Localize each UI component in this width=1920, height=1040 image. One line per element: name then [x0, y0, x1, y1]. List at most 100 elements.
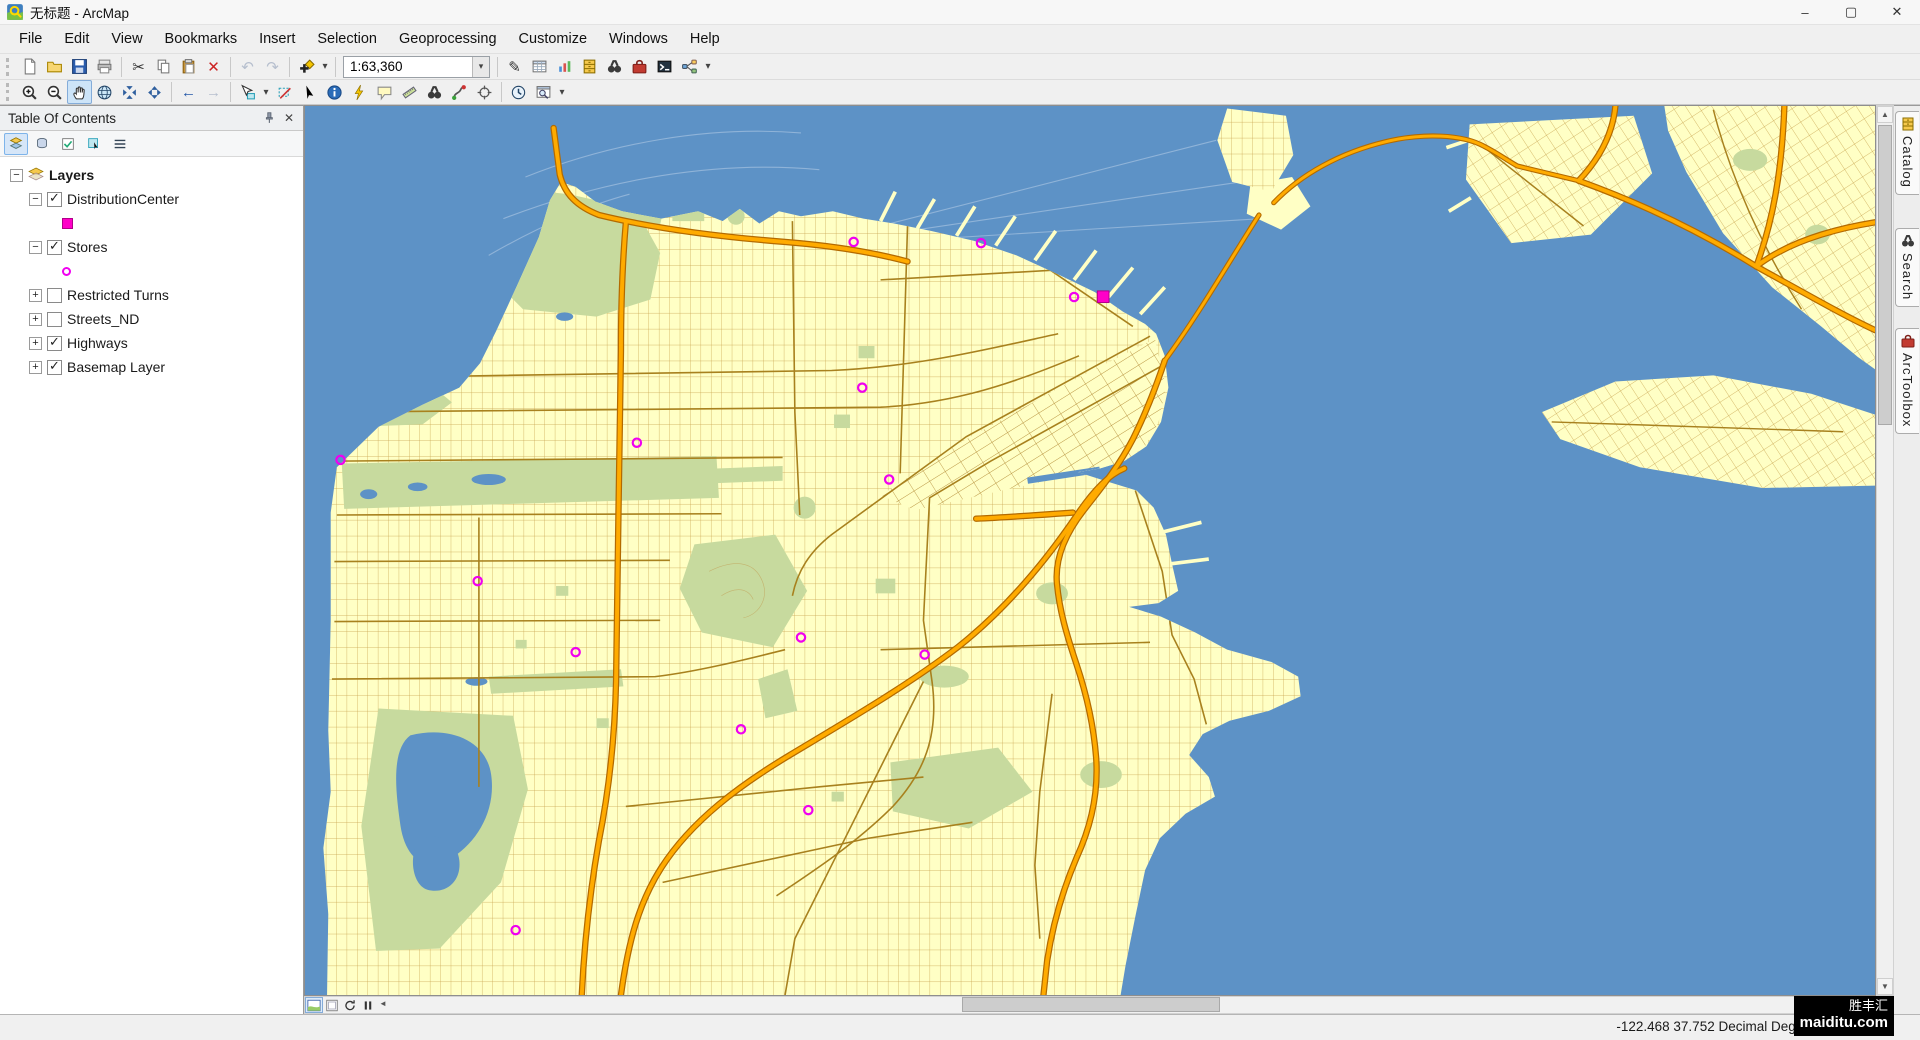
time-slider-button[interactable]	[506, 80, 531, 104]
clear-selection-button[interactable]	[272, 80, 297, 104]
python-window-button[interactable]	[652, 55, 677, 79]
zoom-out-button[interactable]	[42, 80, 67, 104]
editor-toolbar-button[interactable]: ✎	[502, 55, 527, 79]
go-to-xy-button[interactable]	[472, 80, 497, 104]
pin-icon[interactable]	[259, 108, 279, 128]
layer-streets-nd[interactable]: + Streets_ND	[0, 307, 303, 331]
menu-edit[interactable]: Edit	[53, 27, 100, 51]
save-button[interactable]	[67, 55, 92, 79]
layout-view-button[interactable]	[323, 997, 341, 1013]
select-features-dropdown-icon[interactable]: ▾	[260, 80, 272, 104]
scroll-up-arrow[interactable]: ▲	[1877, 106, 1893, 123]
menu-file[interactable]: File	[8, 27, 53, 51]
cut-button[interactable]: ✂	[126, 55, 151, 79]
toolbar-overflow-icon[interactable]: ▾	[702, 55, 714, 79]
new-map-button[interactable]	[17, 55, 42, 79]
table-options-button[interactable]	[527, 55, 552, 79]
map-scale-dropdown-icon[interactable]: ▾	[472, 57, 489, 77]
collapse-icon[interactable]: −	[10, 169, 23, 182]
go-back-extent-button[interactable]: ←	[176, 80, 201, 104]
expand-icon[interactable]: +	[29, 337, 42, 350]
menu-bookmarks[interactable]: Bookmarks	[154, 27, 249, 51]
open-button[interactable]	[42, 55, 67, 79]
list-by-drawing-order-button[interactable]	[4, 133, 28, 155]
expand-icon[interactable]: +	[29, 289, 42, 302]
minimize-button[interactable]: –	[1782, 0, 1828, 24]
pause-drawing-button[interactable]	[359, 997, 377, 1013]
layer-checkbox[interactable]	[47, 192, 62, 207]
catalog-window-button[interactable]	[577, 55, 602, 79]
menu-geoprocessing[interactable]: Geoprocessing	[388, 27, 508, 51]
layer-checkbox[interactable]	[47, 288, 62, 303]
pan-button[interactable]	[67, 80, 92, 104]
select-elements-button[interactable]	[297, 80, 322, 104]
vertical-scroll-thumb[interactable]	[1878, 125, 1892, 425]
fixed-zoom-in-button[interactable]	[117, 80, 142, 104]
arctoolbox-window-button[interactable]	[627, 55, 652, 79]
menu-windows[interactable]: Windows	[598, 27, 679, 51]
map-vertical-scrollbar[interactable]: ▲ ▼	[1876, 105, 1894, 996]
add-data-dropdown-icon[interactable]: ▾	[319, 55, 331, 79]
modelbuilder-button[interactable]	[677, 55, 702, 79]
map-horizontal-scrollbar[interactable]: ◄ ►	[377, 997, 1875, 1013]
layer-checkbox[interactable]	[47, 336, 62, 351]
copy-button[interactable]	[151, 55, 176, 79]
delete-button[interactable]: ✕	[201, 55, 226, 79]
html-popup-button[interactable]	[372, 80, 397, 104]
scroll-down-arrow[interactable]: ▼	[1877, 978, 1893, 995]
list-by-selection-button[interactable]	[82, 133, 106, 155]
undo-button[interactable]: ↶	[235, 55, 260, 79]
dock-tab-arctoolbox[interactable]: ArcToolbox	[1895, 328, 1919, 434]
list-by-visibility-button[interactable]	[56, 133, 80, 155]
find-button[interactable]	[422, 80, 447, 104]
toc-options-button[interactable]	[108, 133, 132, 155]
toc-close-icon[interactable]: ✕	[279, 108, 299, 128]
collapse-icon[interactable]: −	[29, 241, 42, 254]
toolbar-grip[interactable]	[6, 58, 12, 76]
dock-tab-search[interactable]: Search	[1895, 228, 1919, 307]
toolbar-overflow-icon[interactable]: ▾	[556, 80, 568, 104]
menu-customize[interactable]: Customize	[508, 27, 599, 51]
layer-checkbox[interactable]	[47, 240, 62, 255]
layer-restricted-turns[interactable]: + Restricted Turns	[0, 283, 303, 307]
menu-selection[interactable]: Selection	[306, 27, 388, 51]
expand-icon[interactable]: +	[29, 313, 42, 326]
print-button[interactable]	[92, 55, 117, 79]
scroll-left-arrow[interactable]: ◄	[379, 999, 387, 1008]
redo-button[interactable]: ↷	[260, 55, 285, 79]
collapse-icon[interactable]: −	[29, 193, 42, 206]
expand-icon[interactable]: +	[29, 361, 42, 374]
find-route-button[interactable]	[447, 80, 472, 104]
menu-help[interactable]: Help	[679, 27, 731, 51]
list-by-source-button[interactable]	[30, 133, 54, 155]
layer-basemap[interactable]: + Basemap Layer	[0, 355, 303, 379]
data-view-button[interactable]	[305, 997, 323, 1013]
close-button[interactable]: ✕	[1874, 0, 1920, 24]
full-extent-button[interactable]	[92, 80, 117, 104]
layer-stores[interactable]: − Stores	[0, 235, 303, 259]
zoom-in-button[interactable]	[17, 80, 42, 104]
layer-checkbox[interactable]	[47, 360, 62, 375]
horizontal-scroll-thumb[interactable]	[962, 997, 1220, 1012]
menu-view[interactable]: View	[100, 27, 153, 51]
hyperlink-button[interactable]	[347, 80, 372, 104]
map-view[interactable]	[304, 105, 1876, 996]
add-data-button[interactable]	[294, 55, 319, 79]
layer-distributioncenter[interactable]: − DistributionCenter	[0, 187, 303, 211]
layer-checkbox[interactable]	[47, 312, 62, 327]
layer-highways[interactable]: + Highways	[0, 331, 303, 355]
refresh-view-button[interactable]	[341, 997, 359, 1013]
maximize-button[interactable]: ▢	[1828, 0, 1874, 24]
create-viewer-window-button[interactable]	[531, 80, 556, 104]
stores-symbol-row[interactable]	[0, 259, 303, 283]
menu-insert[interactable]: Insert	[248, 27, 306, 51]
fixed-zoom-out-button[interactable]	[142, 80, 167, 104]
go-forward-extent-button[interactable]: →	[201, 80, 226, 104]
identify-button[interactable]	[322, 80, 347, 104]
measure-button[interactable]	[397, 80, 422, 104]
paste-button[interactable]	[176, 55, 201, 79]
toolbar-grip[interactable]	[6, 83, 12, 101]
toc-root-layers[interactable]: − Layers	[0, 163, 303, 187]
search-window-button[interactable]	[602, 55, 627, 79]
map-scale-input[interactable]	[344, 57, 472, 77]
